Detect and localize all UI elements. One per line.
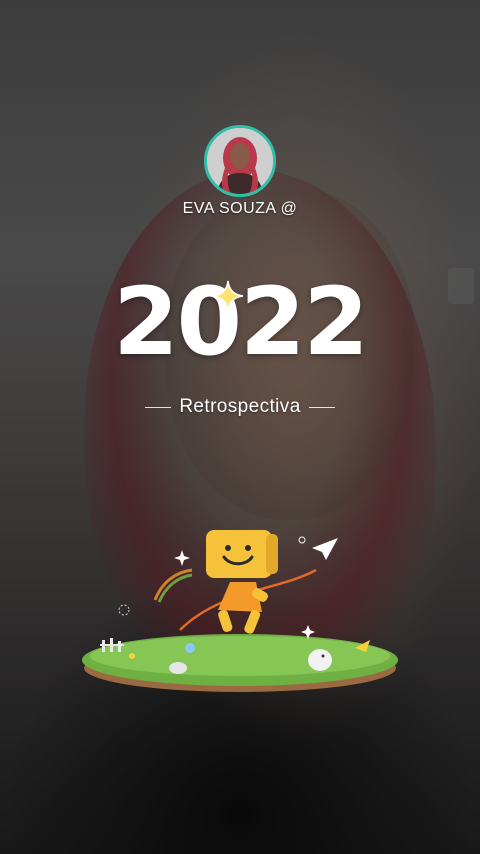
mascot-scene — [82, 530, 398, 692]
avatar[interactable] — [204, 125, 276, 197]
username-label: EVA SOUZA @ — [182, 200, 298, 217]
bird-icon — [308, 649, 332, 671]
retrospective-screen: EVA SOUZA @ 2022 Retrospectiva — [0, 0, 480, 854]
profile-photo-avatar — [207, 128, 273, 194]
flower-icon — [185, 643, 195, 653]
box-head-mascot — [206, 530, 278, 634]
sparkle-icon — [212, 280, 244, 312]
bubble-icon — [298, 536, 306, 544]
dandelion-icon — [118, 604, 130, 616]
subtitle-row: Retrospectiva — [0, 396, 480, 418]
rock-icon — [169, 662, 187, 674]
subtitle-label: Retrospectiva — [179, 396, 301, 417]
subtitle-right-rule — [308, 406, 335, 408]
grass-island — [82, 634, 398, 692]
paper-plane-icon — [312, 538, 338, 560]
subtitle-left-rule — [145, 406, 172, 408]
small-sparkle-icon — [174, 550, 190, 566]
